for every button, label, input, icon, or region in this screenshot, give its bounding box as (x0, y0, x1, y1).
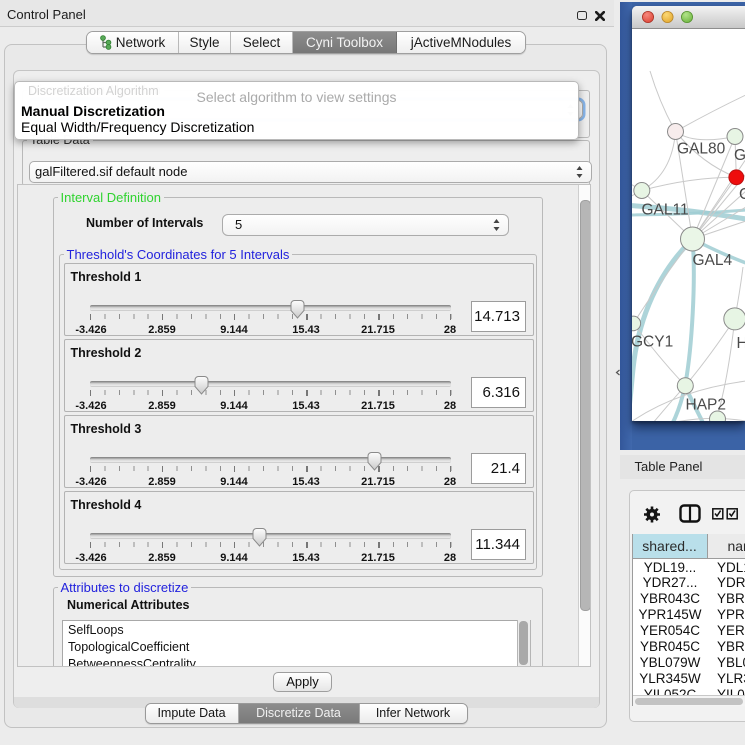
svg-text:H: H (736, 335, 745, 352)
svg-text:GAL4: GAL4 (692, 252, 732, 269)
svg-text:GA: GA (734, 147, 745, 164)
svg-text:C: C (739, 186, 745, 203)
svg-text:GAL80: GAL80 (677, 140, 726, 157)
svg-text:GCY1: GCY1 (632, 333, 673, 350)
svg-text:HAP2: HAP2 (685, 396, 726, 413)
svg-text:GAL11: GAL11 (641, 201, 688, 218)
